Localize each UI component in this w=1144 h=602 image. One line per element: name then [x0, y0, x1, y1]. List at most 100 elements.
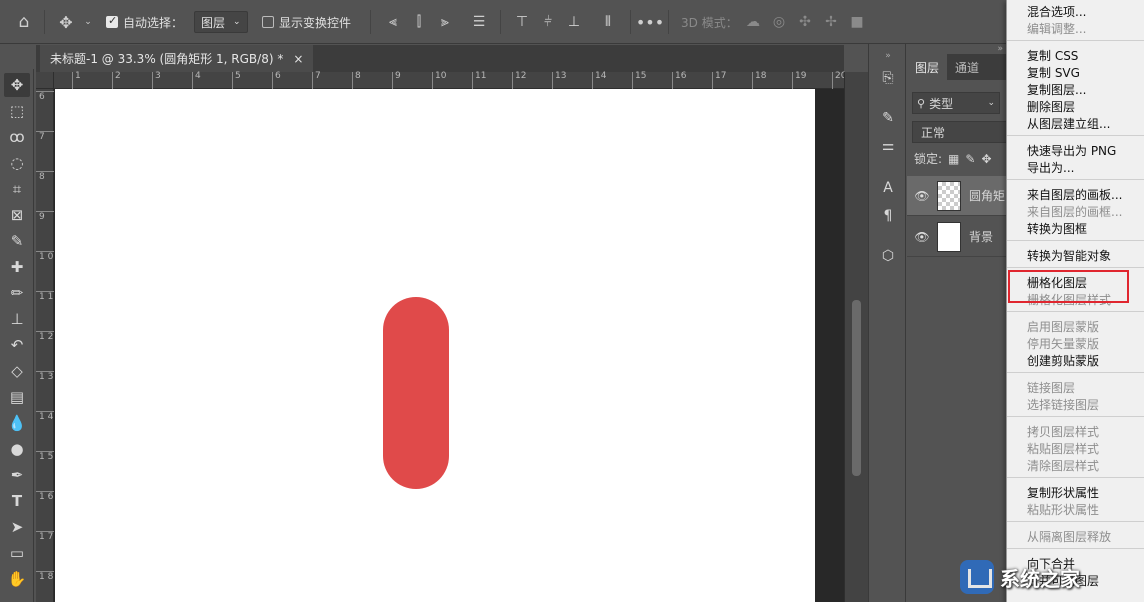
vertical-scrollbar[interactable] — [844, 72, 868, 602]
menu-item[interactable]: 转换为图框 — [1007, 221, 1144, 238]
blend-mode-dropdown[interactable]: 正常 — [912, 121, 1007, 143]
menu-item: 启用图层蒙版 — [1027, 320, 1100, 334]
align-bottom-icon[interactable]: ⊥ — [566, 14, 582, 30]
brush-settings-icon[interactable]: ✎ — [878, 108, 898, 128]
show-transform-checkbox[interactable]: 显示变换控件 — [262, 0, 351, 44]
lock-transparency-icon[interactable]: ▦ — [948, 152, 959, 166]
visibility-eye-icon[interactable]: 👁 — [907, 189, 937, 203]
auto-select-target-dropdown[interactable]: 图层 ⌄ — [194, 11, 248, 33]
paragraph-panel-icon[interactable]: ¶ — [878, 206, 898, 226]
layer-row[interactable]: 👁 圆角矩 — [907, 176, 1007, 216]
menu-item[interactable]: 复制 SVG — [1007, 65, 1144, 82]
menu-item: 粘贴形状属性 — [1027, 503, 1100, 517]
align-vcenter-icon[interactable]: ⫩ — [540, 14, 556, 30]
distribute-icon[interactable]: ☰ — [471, 14, 487, 30]
ruler-tick-label: 17 — [712, 72, 726, 89]
layer-filter-dropdown[interactable]: ⚲ 类型 ⌄ — [912, 92, 1000, 114]
lock-position-icon[interactable]: ✥ — [981, 152, 991, 166]
align-hcenter-icon[interactable]: ⫿ — [411, 14, 427, 30]
vertical-ruler[interactable]: 6 7 8 9 1 0 1 1 1 2 1 3 1 4 1 5 1 6 1 7 1 8 — [36, 89, 54, 602]
orbit-3d-icon[interactable]: ☁ — [745, 14, 761, 30]
lasso-tool-icon[interactable]: ꝏ — [4, 125, 30, 149]
3d-panel-icon[interactable]: ⬡ — [878, 246, 898, 266]
rectangle-tool-icon[interactable]: ▭ — [4, 541, 30, 565]
ruler-tick-label: 16 — [672, 72, 686, 89]
lock-paint-icon[interactable]: ✎ — [965, 152, 975, 166]
align-top-icon[interactable]: ⊤ — [514, 14, 530, 30]
watermark-text: 系统之家 — [1000, 566, 1080, 591]
eyedropper-tool-icon[interactable]: ✎ — [4, 229, 30, 253]
menu-item[interactable]: 复制形状属性 — [1007, 485, 1144, 502]
auto-select-check-icon[interactable] — [106, 14, 118, 28]
menu-item[interactable]: 混合选项... — [1007, 4, 1144, 21]
pen-tool-icon[interactable]: ✒ — [4, 463, 30, 487]
eraser-tool-icon[interactable]: ◇ — [4, 359, 30, 383]
tab-layers[interactable]: 图层 — [907, 54, 948, 80]
marquee-tool-icon[interactable]: ⬚ — [4, 99, 30, 123]
watermark: 系统之家 — [960, 556, 1140, 598]
slide-3d-icon[interactable]: ✢ — [823, 14, 839, 30]
tab-channels[interactable]: 通道 — [947, 54, 987, 80]
align-right-icon[interactable]: ⫸ — [437, 14, 453, 30]
roll-3d-icon[interactable]: ◎ — [771, 14, 787, 30]
panel-collapse-icon[interactable]: » — [997, 44, 1003, 54]
ruler-tick-label: 3 — [152, 72, 161, 89]
close-icon[interactable]: × — [293, 52, 303, 66]
menu-separator — [1007, 548, 1144, 549]
camera-3d-icon[interactable]: ■ — [849, 14, 865, 30]
move-tool-icon[interactable]: ✥ — [58, 13, 74, 32]
horizontal-ruler[interactable]: 123456789101112131415161718192021 — [54, 72, 886, 89]
ruler-tick-label: 19 — [792, 72, 806, 89]
type-tool-icon[interactable]: T — [4, 489, 30, 513]
chevron-down-icon[interactable]: ⌄ — [80, 14, 96, 30]
frame-tool-icon[interactable]: ⊠ — [4, 203, 30, 227]
checkbox-icon[interactable] — [262, 16, 274, 28]
visibility-eye-icon[interactable]: 👁 — [907, 230, 937, 244]
align-left-icon[interactable]: ⫷ — [385, 14, 401, 30]
menu-item[interactable]: 转换为智能对象 — [1007, 248, 1144, 265]
ruler-tick-label: 6 — [36, 91, 54, 102]
hand-tool-icon[interactable]: ✋ — [4, 567, 30, 591]
menu-item[interactable]: 创建剪贴蒙版 — [1007, 353, 1144, 370]
drag-3d-icon[interactable]: ✣ — [797, 14, 813, 30]
path-select-tool-icon[interactable]: ➤ — [4, 515, 30, 539]
document-tab[interactable]: 未标题-1 @ 33.3% (圆角矩形 1, RGB/8) * × — [40, 45, 314, 72]
blur-tool-icon[interactable]: 💧 — [4, 411, 30, 435]
scrollbar-thumb[interactable] — [852, 300, 861, 476]
crop-tool-icon[interactable]: ⌗ — [4, 177, 30, 201]
ruler-tick-label: 7 — [36, 131, 54, 142]
distribute-vertical-icon[interactable]: ⦀ — [600, 14, 616, 30]
menu-item[interactable]: 从图层建立组... — [1007, 116, 1144, 133]
brush-tool-icon[interactable]: ✏ — [4, 281, 30, 305]
dodge-tool-icon[interactable]: ● — [4, 437, 30, 461]
healing-brush-tool-icon[interactable]: ✚ — [4, 255, 30, 279]
home-icon[interactable]: ⌂ — [16, 12, 32, 32]
history-panel-icon[interactable]: ⎘ — [878, 68, 898, 88]
auto-select-checkbox[interactable]: 自动选择： — [106, 0, 183, 44]
menu-item[interactable]: 导出为... — [1007, 160, 1144, 177]
menu-item[interactable]: 删除图层 — [1007, 99, 1144, 116]
menu-separator — [1007, 135, 1144, 136]
gradient-tool-icon[interactable]: ▤ — [4, 385, 30, 409]
mode-3d-label: 3D 模式： — [681, 15, 738, 30]
menu-item[interactable]: 复制图层... — [1007, 82, 1144, 99]
quick-select-tool-icon[interactable]: ◌ — [4, 151, 30, 175]
layer-row[interactable]: 👁 背景 — [907, 217, 1007, 257]
stamp-tool-icon[interactable]: ⊥ — [4, 307, 30, 331]
history-brush-tool-icon[interactable]: ↶ — [4, 333, 30, 357]
document-tab-bar: 未标题-1 @ 33.3% (圆角矩形 1, RGB/8) * × — [36, 45, 844, 72]
adjustments-panel-icon[interactable]: ⚌ — [878, 136, 898, 156]
canvas-workspace[interactable] — [54, 89, 844, 602]
document-canvas[interactable] — [55, 89, 815, 602]
menu-item[interactable]: 来自图层的画板... — [1007, 187, 1144, 204]
ruler-tick-label: 9 — [392, 72, 401, 89]
move-tool-icon[interactable]: ✥ — [4, 73, 30, 97]
rounded-rectangle-shape[interactable] — [383, 297, 449, 489]
menu-item: 从隔离图层释放 — [1027, 530, 1112, 544]
menu-item[interactable]: 快速导出为 PNG — [1007, 143, 1144, 160]
more-options-icon[interactable]: ••• — [636, 13, 664, 32]
character-panel-icon[interactable]: A — [878, 178, 898, 198]
menu-item[interactable]: 复制 CSS — [1007, 48, 1144, 65]
menu-separator — [1007, 477, 1144, 478]
collapse-panels-icon[interactable]: » — [878, 46, 898, 66]
